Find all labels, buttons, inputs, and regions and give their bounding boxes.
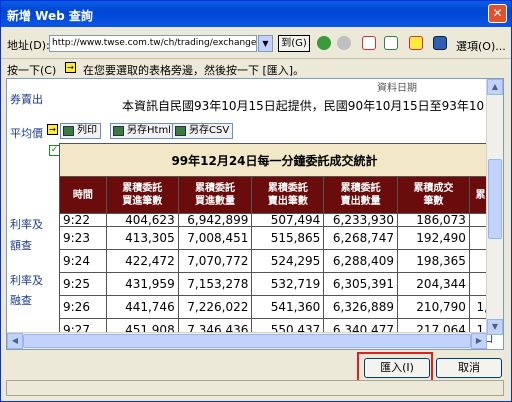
window-title: 新增 Web 查詢	[7, 9, 93, 23]
table-cell: 204,344	[396, 272, 470, 296]
data-table-container: 99年12月24日每一分鐘委託成交統計 時間 累積委託 買進筆數 累積委託 買進數量 累積…	[59, 143, 492, 343]
table-caption: 99年12月24日每一分鐘委託成交統計	[59, 143, 492, 177]
nav-link-1[interactable]: 券賣出	[10, 91, 43, 107]
select-table-arrow-icon[interactable]: →	[47, 124, 58, 135]
scroll-down-button[interactable]: ▼	[487, 319, 503, 335]
table-header-cell: 累積委託 賣出筆數	[251, 176, 325, 214]
table-cell: 210,790	[396, 295, 470, 319]
table-cell: 7,008,451	[177, 226, 253, 250]
table-header-cell: 時間	[59, 176, 107, 214]
title-bar: 新增 Web 查詢 ✕	[1, 1, 511, 27]
status-bar	[6, 380, 504, 396]
table-cell: 6,268,747	[323, 226, 398, 250]
stop-icon[interactable]	[362, 36, 376, 50]
table-header-cell: 累積委託 買進筆數	[105, 176, 179, 214]
date-label-cut: 資料日期	[377, 83, 417, 94]
table-cell: 6,233,930	[323, 213, 398, 227]
print-button[interactable]: 列印	[60, 123, 101, 139]
close-button[interactable]: ✕	[488, 4, 507, 23]
horizontal-scrollbar[interactable]: ◀ ▶	[7, 332, 487, 349]
table-row: 9:25 431,959 7,153,278 532,719 6,305,391 204,…	[59, 272, 492, 296]
data-table: 99年12月24日每一分鐘委託成交統計 時間 累積委託 買進筆數 累積委託 買進數量 累積…	[59, 143, 492, 343]
cancel-button[interactable]: 取消	[436, 358, 502, 378]
table-header-cell: 累積委託 賣出數量	[323, 176, 398, 214]
table-cell: 7,226,022	[177, 295, 253, 319]
save-csv-button[interactable]: 另存CSV	[172, 123, 234, 139]
table-cell: 9:22	[59, 213, 107, 227]
table-cell: 6,326,889	[323, 295, 398, 319]
horizontal-scroll-thumb[interactable]	[23, 334, 471, 348]
table-row: 9:22 404,623 6,942,899 507,494 6,233,930 186,…	[59, 213, 492, 227]
back-icon[interactable]	[317, 36, 331, 50]
nav-link-3[interactable]: 利率及	[10, 216, 43, 232]
address-label: 地址(D):	[7, 39, 50, 52]
table-cell: 192,490	[396, 226, 470, 250]
table-cell: 422,472	[105, 249, 179, 273]
nav-link-6[interactable]: 融查	[10, 292, 32, 308]
html-icon	[113, 126, 124, 136]
table-cell: 507,494	[251, 213, 325, 227]
refresh-icon[interactable]	[384, 36, 398, 50]
hide-icons-icon[interactable]	[409, 36, 423, 50]
left-nav: 券賣出 平均價 利率及 額查 利率及 融查	[7, 79, 57, 341]
csv-icon	[175, 126, 186, 136]
save-query-icon[interactable]	[433, 36, 447, 50]
table-header-cell: 累積委託 買進數量	[177, 176, 253, 214]
table-cell: 515,865	[251, 226, 325, 250]
save-html-button[interactable]: 另存Html	[110, 123, 175, 139]
select-arrow-icon: →	[65, 62, 76, 73]
table-cell: 186,073	[396, 213, 470, 227]
vertical-scrollbar[interactable]: ▲ ▼	[486, 79, 503, 335]
table-cell: 524,295	[251, 249, 325, 273]
table-cell: 6,942,899	[177, 213, 253, 227]
click-hint-label: 按一下(C)	[7, 64, 57, 77]
options-button[interactable]: 選項(O)...	[456, 38, 506, 54]
table-cell: 6,305,391	[323, 272, 398, 296]
table-cell: 541,360	[251, 295, 325, 319]
address-row: 地址(D): http://www.twse.com.tw/ch/trading…	[1, 32, 511, 56]
table-cell: 7,070,772	[177, 249, 253, 273]
table-cell: 7,153,278	[177, 272, 253, 296]
nav-link-2[interactable]: 平均價	[10, 125, 43, 141]
info-line: 本資訊自民國93年10月15日起提供，民國90年10月15日至93年10	[122, 99, 485, 113]
forward-icon[interactable]	[337, 36, 351, 50]
address-input[interactable]: http://www.twse.com.tw/ch/trading/exchan…	[49, 35, 257, 52]
table-cell: 198,365	[396, 249, 470, 273]
table-cell: 413,305	[105, 226, 179, 250]
nav-link-4[interactable]: 額查	[10, 237, 32, 253]
vertical-scroll-thumb[interactable]	[488, 159, 502, 239]
instruction-row: 按一下(C) → 在您要選取的表格旁邊，然後按一下 [匯入]。	[1, 58, 511, 77]
table-cell: 6,288,409	[323, 249, 398, 273]
table-cell: 532,719	[251, 272, 325, 296]
table-header-cell: 累積成交 筆數	[396, 176, 470, 214]
scroll-right-button[interactable]: ▶	[471, 333, 487, 349]
table-cell: 9:23	[59, 226, 107, 250]
table-cell: 9:26	[59, 295, 107, 319]
address-dropdown-button[interactable]: ▼	[258, 35, 273, 52]
dialog-footer: 匯入(I) 取消	[1, 350, 511, 400]
nav-link-5[interactable]: 利率及	[10, 272, 43, 288]
table-row: 9:23 413,305 7,008,451 515,865 6,268,747 192,…	[59, 226, 492, 250]
go-button[interactable]: 到(G)	[278, 35, 310, 52]
table-cell: 9:25	[59, 272, 107, 296]
web-query-dialog: 新增 Web 查詢 ✕ 地址(D): http://www.twse.com.t…	[0, 0, 512, 402]
import-button[interactable]: 匯入(I)	[364, 358, 430, 378]
table-cell: 431,959	[105, 272, 179, 296]
instruction-text: 在您要選取的表格旁邊，然後按一下 [匯入]。	[83, 64, 305, 77]
table-cell: 9:24	[59, 249, 107, 273]
scroll-up-button[interactable]: ▲	[487, 79, 503, 95]
web-page-preview[interactable]: 券賣出 平均價 利率及 額查 利率及 融查 資料日期 本資訊自民國93年10月1…	[6, 78, 504, 350]
scroll-left-button[interactable]: ◀	[7, 333, 23, 349]
table-row: 9:24 422,472 7,070,772 524,295 6,288,409 198,…	[59, 249, 492, 273]
table-cell: 404,623	[105, 213, 179, 227]
table-cell: 441,746	[105, 295, 179, 319]
table-row: 9:26 441,746 7,226,022 541,360 6,326,889 210,…	[59, 295, 492, 319]
printer-icon	[63, 126, 74, 136]
